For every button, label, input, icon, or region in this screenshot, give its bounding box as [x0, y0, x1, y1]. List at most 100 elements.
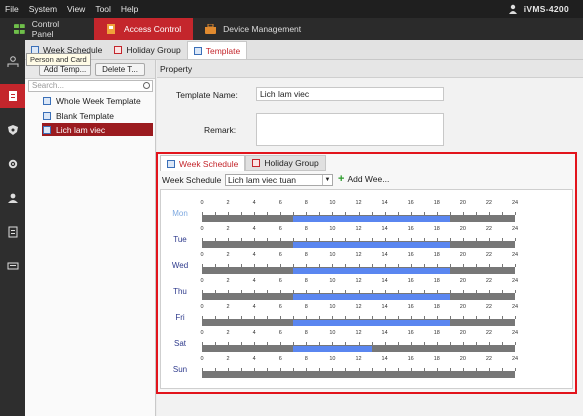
time-segment[interactable] — [293, 346, 372, 352]
person-card-icon — [7, 56, 18, 67]
hour-tick-label: 10 — [329, 200, 336, 206]
tick-mark — [241, 342, 243, 345]
add-week-schedule-button[interactable]: + Add Wee... — [338, 173, 389, 185]
template-item[interactable]: Whole Week Template — [42, 94, 153, 107]
access-control-icon — [107, 24, 115, 34]
template-name-field[interactable]: Lich lam viec — [256, 87, 444, 101]
hour-tick-label: 16 — [407, 278, 414, 284]
tick-mark — [228, 238, 230, 241]
tick-mark — [358, 264, 360, 267]
time-segment[interactable] — [293, 242, 450, 248]
tick-mark — [488, 238, 490, 241]
week-schedule-select[interactable]: Lich lam viec tuan ▼ — [225, 174, 333, 186]
time-track[interactable] — [202, 268, 515, 274]
tick-marks — [202, 313, 516, 320]
toolbox-icon — [205, 24, 217, 34]
tick-mark — [215, 264, 217, 267]
tick-mark — [410, 212, 412, 215]
chevron-down-icon[interactable]: ▼ — [322, 175, 332, 185]
time-track[interactable] — [202, 320, 515, 326]
tick-mark — [358, 368, 360, 371]
tick-mark — [384, 212, 386, 215]
tick-mark — [306, 368, 308, 371]
user-icon[interactable] — [508, 4, 518, 14]
tick-mark — [358, 212, 360, 215]
time-track[interactable] — [202, 346, 515, 352]
tick-mark — [267, 238, 269, 241]
menu-tool[interactable]: Tool — [90, 4, 116, 14]
time-track[interactable] — [202, 294, 515, 300]
hour-tick-label: 4 — [252, 304, 256, 310]
rail-permission[interactable] — [0, 118, 25, 142]
tick-mark — [488, 212, 490, 215]
week-schedule-row: Week Schedule Lich lam viec tuan ▼ + Add… — [160, 172, 573, 188]
hour-tick-label: 22 — [485, 278, 492, 284]
template-item-icon — [43, 96, 51, 105]
rail-report[interactable] — [0, 220, 25, 244]
tab-holiday-group[interactable]: Holiday Group — [108, 41, 186, 59]
template-item[interactable]: Blank Template — [42, 109, 153, 122]
hour-tick-label: 24 — [511, 200, 519, 206]
hour-tick-label: 14 — [381, 278, 388, 284]
tick-mark — [475, 316, 477, 319]
tick-mark — [475, 368, 477, 371]
hour-tick-label: 16 — [407, 200, 414, 206]
tick-mark — [397, 342, 399, 345]
tab-week-schedule-inner[interactable]: Week Schedule — [160, 155, 246, 171]
tick-mark — [449, 316, 451, 319]
tick-mark — [306, 264, 308, 267]
hour-tick-label: 20 — [459, 304, 466, 310]
rail-person-card[interactable] — [0, 50, 25, 74]
search-input[interactable]: Search... — [28, 80, 153, 92]
tick-mark — [462, 368, 464, 371]
tick-mark — [280, 316, 282, 319]
tick-mark — [345, 368, 347, 371]
tick-mark — [254, 290, 256, 293]
hour-tick-label: 12 — [355, 330, 362, 336]
grid-icon — [14, 24, 25, 34]
time-track[interactable] — [202, 242, 515, 248]
tick-mark — [319, 342, 321, 345]
hour-tick-label: 14 — [381, 226, 388, 232]
hour-tick-label: 6 — [278, 278, 282, 284]
hour-tick-label: 8 — [304, 304, 308, 310]
tab-holiday-group-inner[interactable]: Holiday Group — [245, 155, 326, 171]
time-segment[interactable] — [293, 268, 450, 274]
tick-mark — [423, 264, 425, 267]
template-item-selected[interactable]: Lich lam viec — [42, 123, 153, 136]
time-segment[interactable] — [293, 294, 450, 300]
tab-access-control[interactable]: Access Control — [94, 18, 194, 40]
hour-tick-label: 24 — [511, 356, 519, 362]
hour-tick-label: 0 — [200, 200, 204, 206]
rail-person[interactable] — [0, 186, 25, 210]
time-segment[interactable] — [293, 320, 450, 326]
property-header: Property — [157, 60, 583, 78]
tick-mark — [241, 368, 243, 371]
menu-system[interactable]: System — [24, 4, 62, 14]
tab-device-management[interactable]: Device Management — [193, 18, 313, 40]
hour-tick-label: 2 — [226, 278, 230, 284]
search-icon[interactable] — [143, 82, 150, 89]
tick-mark — [371, 264, 373, 267]
rail-settings[interactable] — [0, 152, 25, 176]
menu-file[interactable]: File — [0, 4, 24, 14]
menu-view[interactable]: View — [62, 4, 90, 14]
rail-keyboard[interactable] — [0, 254, 25, 278]
rail-template[interactable] — [0, 84, 25, 108]
menu-help[interactable]: Help — [116, 4, 143, 14]
tick-mark — [371, 290, 373, 293]
tick-mark — [202, 238, 203, 241]
delete-template-button[interactable]: Delete T... — [95, 63, 145, 76]
time-track[interactable] — [202, 372, 515, 378]
tick-mark — [319, 238, 321, 241]
hour-tick-label: 24 — [511, 278, 519, 284]
time-track[interactable] — [202, 216, 515, 222]
tab-control-panel[interactable]: Control Panel — [0, 18, 94, 40]
time-segment[interactable] — [293, 216, 450, 222]
tick-mark — [254, 264, 256, 267]
tab-template[interactable]: Template — [186, 41, 248, 59]
tick-mark — [475, 212, 477, 215]
schedule-tabs: Week Schedule Holiday Group — [160, 155, 326, 171]
hour-tick-label: 10 — [329, 278, 336, 284]
remark-field[interactable] — [256, 113, 444, 146]
